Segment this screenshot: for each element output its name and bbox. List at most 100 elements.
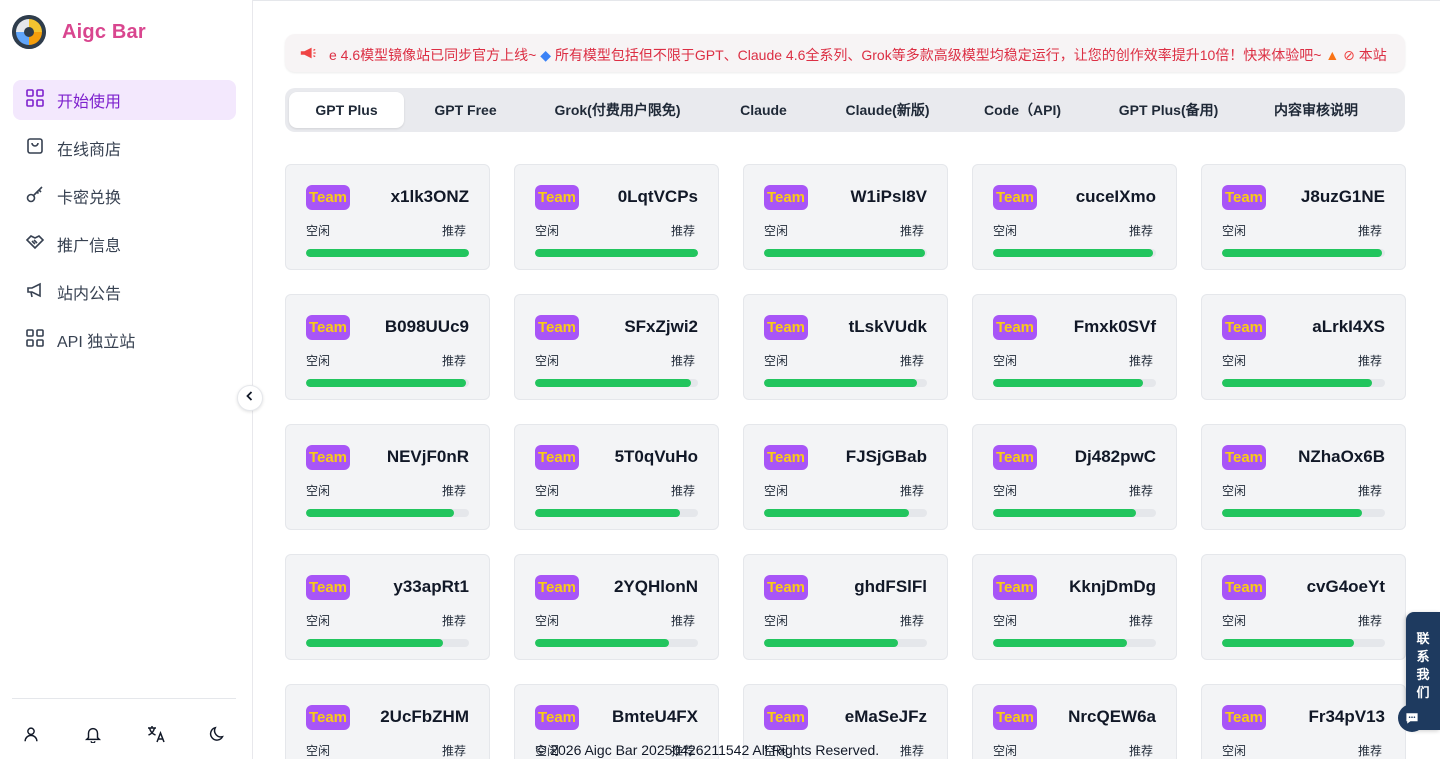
load-progress-bar: [1222, 379, 1385, 387]
sidebar-item-announcements[interactable]: 站内公告: [13, 272, 236, 312]
tab-claude[interactable]: Claude: [708, 92, 819, 128]
tab-grok[interactable]: Grok(付费用户限免): [527, 92, 708, 128]
account-id: 5T0qVuHo: [614, 447, 698, 466]
load-progress-fill: [1222, 639, 1355, 647]
load-progress-bar: [993, 639, 1156, 647]
recommend-label: 推荐: [1357, 744, 1382, 758]
tab-claude-new[interactable]: Claude(新版): [819, 92, 956, 128]
status-label: 空闲: [993, 484, 1018, 498]
brand-logo: [12, 15, 46, 49]
team-badge: Team: [764, 185, 808, 210]
recommend-label: 推荐: [441, 224, 466, 238]
collapse-sidebar-button[interactable]: [237, 385, 263, 411]
tab-gpt-plus[interactable]: GPT Plus: [289, 92, 404, 128]
status-label: 空闲: [993, 354, 1018, 368]
load-progress-bar: [764, 639, 927, 647]
account-card[interactable]: Team J8uzG1NE 空闲 推荐: [1201, 164, 1406, 270]
load-progress-fill: [306, 509, 455, 517]
account-card[interactable]: Team Fr34pV13 空闲 推荐: [1201, 684, 1406, 759]
recommend-label: 推荐: [899, 744, 924, 758]
recommend-label: 推荐: [1357, 224, 1382, 238]
recommend-label: 推荐: [441, 354, 466, 368]
sidebar-item-getting-started[interactable]: 开始使用: [13, 80, 236, 120]
account-card[interactable]: Team W1iPsI8V 空闲 推荐: [743, 164, 948, 270]
tab-gpt-plus-backup[interactable]: GPT Plus(备用): [1089, 92, 1248, 128]
recommend-label: 推荐: [1357, 354, 1382, 368]
sidebar-item-shop[interactable]: 在线商店: [13, 128, 236, 168]
notice-suffix: 本站: [1358, 47, 1387, 63]
account-card[interactable]: Team NEVjF0nR 空闲 推荐: [285, 424, 490, 530]
team-badge: Team: [535, 315, 579, 340]
team-badge: Team: [993, 315, 1037, 340]
team-badge: Team: [764, 705, 808, 730]
load-progress-bar: [535, 249, 698, 257]
account-id: y33apRt1: [393, 577, 469, 596]
team-badge: Team: [993, 575, 1037, 600]
bell-icon[interactable]: [82, 723, 104, 745]
account-card[interactable]: Team tLskVUdk 空闲 推荐: [743, 294, 948, 400]
status-label: 空闲: [306, 354, 331, 368]
chat-icon[interactable]: [1398, 704, 1426, 732]
no-entry-icon: ⊘: [1343, 47, 1355, 63]
account-card[interactable]: Team 2UcFbZHM 空闲 推荐: [285, 684, 490, 759]
sidebar-item-promotion[interactable]: 推广信息: [13, 224, 236, 264]
team-badge: Team: [993, 185, 1037, 210]
user-icon[interactable]: [20, 723, 42, 745]
status-label: 空闲: [764, 484, 789, 498]
account-card[interactable]: Team 2YQHlonN 空闲 推荐: [514, 554, 719, 660]
brand[interactable]: Aigc Bar: [12, 14, 146, 50]
load-progress-fill: [993, 509, 1137, 517]
account-card[interactable]: Team B098UUc9 空闲 推荐: [285, 294, 490, 400]
recommend-label: 推荐: [899, 614, 924, 628]
tab-code-api[interactable]: Code（API): [956, 92, 1089, 128]
recommend-label: 推荐: [1128, 484, 1153, 498]
status-label: 空闲: [764, 614, 789, 628]
sidebar-item-label: 开始使用: [57, 94, 122, 111]
team-badge: Team: [306, 575, 350, 600]
load-progress-fill: [535, 639, 669, 647]
recommend-label: 推荐: [441, 614, 466, 628]
load-progress-bar: [306, 509, 469, 517]
account-card[interactable]: Team cuceIXmo 空闲 推荐: [972, 164, 1177, 270]
account-card[interactable]: Team KknjDmDg 空闲 推荐: [972, 554, 1177, 660]
contact-us-label: 联系我们: [1416, 631, 1430, 700]
account-card[interactable]: Team Dj482pwC 空闲 推荐: [972, 424, 1177, 530]
account-card[interactable]: Team aLrkI4XS 空闲 推荐: [1201, 294, 1406, 400]
status-label: 空闲: [306, 614, 331, 628]
load-progress-bar: [306, 249, 469, 257]
load-progress-fill: [535, 379, 692, 387]
account-card[interactable]: Team 5T0qVuHo 空闲 推荐: [514, 424, 719, 530]
sidebar-footer: [12, 698, 236, 759]
load-progress-fill: [306, 249, 469, 257]
moon-icon[interactable]: [207, 723, 229, 745]
account-card[interactable]: Team 0LqtVCPs 空闲 推荐: [514, 164, 719, 270]
account-card[interactable]: Team Fmxk0SVf 空闲 推荐: [972, 294, 1177, 400]
account-card[interactable]: Team NrcQEW6a 空闲 推荐: [972, 684, 1177, 759]
tab-content-review[interactable]: 内容审核说明: [1248, 92, 1384, 128]
account-card[interactable]: Team NZhaOx6B 空闲 推荐: [1201, 424, 1406, 530]
account-card[interactable]: Team FJSjGBab 空闲 推荐: [743, 424, 948, 530]
sidebar-item-api[interactable]: API 独立站: [13, 320, 236, 360]
team-badge: Team: [535, 575, 579, 600]
load-progress-fill: [764, 509, 910, 517]
account-id: 0LqtVCPs: [617, 187, 698, 206]
account-card[interactable]: Team x1lk3ONZ 空闲 推荐: [285, 164, 490, 270]
load-progress-fill: [535, 249, 698, 257]
tab-gpt-free[interactable]: GPT Free: [404, 92, 527, 128]
top-divider: [253, 0, 1440, 1]
team-badge: Team: [306, 185, 350, 210]
account-id: ghdFSlFl: [854, 577, 927, 596]
status-label: 空闲: [764, 354, 789, 368]
account-card[interactable]: Team cvG4oeYt 空闲 推荐: [1201, 554, 1406, 660]
team-badge: Team: [1222, 445, 1266, 470]
account-card[interactable]: Team SFxZjwi2 空闲 推荐: [514, 294, 719, 400]
account-id: 2UcFbZHM: [380, 707, 469, 726]
account-id: FJSjGBab: [845, 447, 927, 466]
account-card[interactable]: Team ghdFSlFl 空闲 推荐: [743, 554, 948, 660]
account-card[interactable]: Team y33apRt1 空闲 推荐: [285, 554, 490, 660]
status-label: 空闲: [535, 614, 560, 628]
account-id: cuceIXmo: [1075, 187, 1156, 206]
chevron-left-icon: [244, 389, 256, 407]
translate-icon[interactable]: [145, 723, 167, 745]
sidebar-item-redeem[interactable]: 卡密兑换: [13, 176, 236, 216]
